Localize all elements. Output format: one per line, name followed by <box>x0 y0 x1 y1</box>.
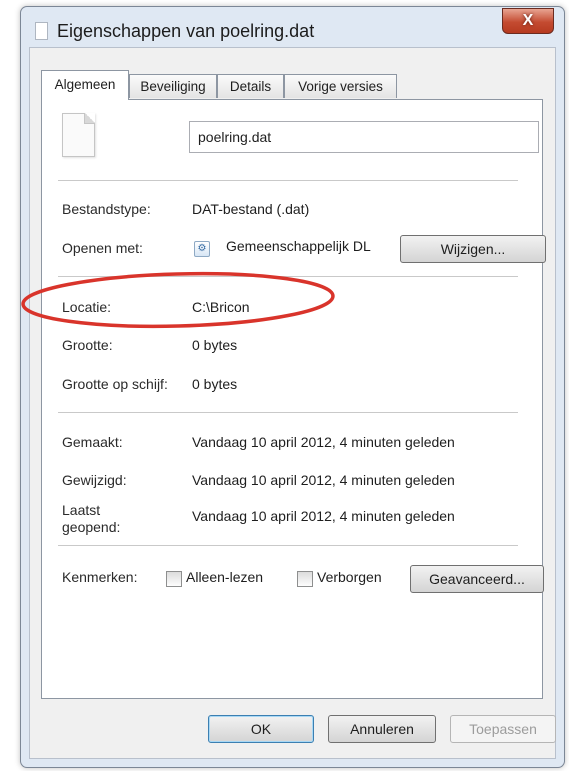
location-label: Locatie: <box>62 299 112 315</box>
separator <box>58 180 518 181</box>
apply-button[interactable]: Toepassen <box>450 715 556 743</box>
tab-beveiliging[interactable]: Beveiliging <box>129 74 217 98</box>
close-button[interactable]: X <box>502 8 554 34</box>
ok-button[interactable]: OK <box>208 715 314 743</box>
hidden-checkbox[interactable] <box>297 571 313 587</box>
title-bar[interactable]: Eigenschappen van poelring.dat X <box>21 7 564 51</box>
file-name-field[interactable]: poelring.dat <box>189 121 539 153</box>
size-value: 0 bytes <box>192 337 238 353</box>
hidden-label[interactable]: Verborgen <box>317 569 382 585</box>
dialog-client-area: Algemeen Beveiliging Details Vorige vers… <box>29 47 556 759</box>
tab-vorige-versies[interactable]: Vorige versies <box>284 74 397 98</box>
file-icon <box>62 113 95 157</box>
separator <box>58 276 518 277</box>
separator <box>58 545 518 546</box>
created-value: Vandaag 10 april 2012, 4 minuten geleden <box>192 434 455 450</box>
properties-dialog: Eigenschappen van poelring.dat X Algemee… <box>20 6 565 768</box>
created-label: Gemaakt: <box>62 434 123 450</box>
separator <box>58 412 518 413</box>
advanced-button[interactable]: Geavanceerd... <box>410 565 544 593</box>
tab-details[interactable]: Details <box>217 74 284 98</box>
window-title: Eigenschappen van poelring.dat <box>57 21 315 41</box>
file-type-label: Bestandstype: <box>62 201 151 217</box>
change-button[interactable]: Wijzigen... <box>400 235 546 263</box>
opens-with-label: Openen met: <box>62 240 143 256</box>
accessed-label-line1: Laatst <box>62 502 101 518</box>
file-type-value: DAT-bestand (.dat) <box>192 201 310 217</box>
size-label: Grootte: <box>62 337 113 353</box>
modified-value: Vandaag 10 april 2012, 4 minuten geleden <box>192 472 455 488</box>
dll-app-icon: ⚙ <box>194 241 210 257</box>
attributes-label: Kenmerken: <box>62 569 138 585</box>
accessed-value: Vandaag 10 april 2012, 4 minuten geleden <box>192 508 455 524</box>
tab-algemeen[interactable]: Algemeen <box>41 70 129 100</box>
readonly-label[interactable]: Alleen-lezen <box>186 569 263 585</box>
modified-label: Gewijzigd: <box>62 472 127 488</box>
cancel-button[interactable]: Annuleren <box>328 715 436 743</box>
accessed-label: Laatst geopend: <box>62 502 120 536</box>
size-on-disk-label: Grootte op schijf: <box>62 376 168 392</box>
file-icon <box>35 22 48 40</box>
general-tab-panel <box>41 99 543 699</box>
accessed-label-line2: geopend: <box>62 519 121 535</box>
location-value: C:\Bricon <box>192 299 250 315</box>
opens-with-value: Gemeenschappelijk DL <box>226 238 371 254</box>
readonly-checkbox[interactable] <box>166 571 182 587</box>
size-on-disk-value: 0 bytes <box>192 376 238 392</box>
